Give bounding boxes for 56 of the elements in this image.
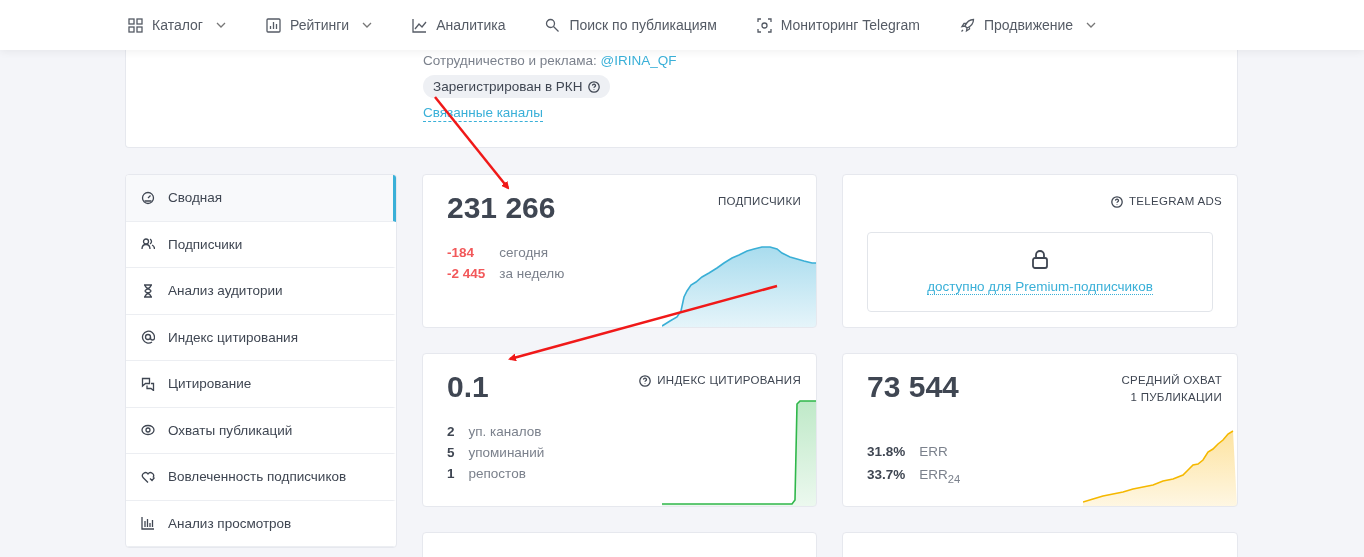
card-title: СРЕДНИЙ ОХВАТ <box>1121 373 1222 388</box>
bar-chart-icon <box>141 516 155 531</box>
stat-value: 5 <box>447 445 455 460</box>
stat-label: ERR$_{24}$ <box>919 467 961 485</box>
stat-label: за неделю <box>499 266 565 281</box>
card-title: ИНДЕКС ЦИТИРОВАНИЯ <box>657 373 801 388</box>
users-icon <box>141 237 155 252</box>
stat-label: упоминаний <box>468 445 545 460</box>
line-chart-icon <box>412 17 428 33</box>
help-icon[interactable] <box>1110 195 1123 208</box>
sidebar-item[interactable]: Охваты публикаций <box>126 407 396 454</box>
nav-menu-item[interactable]: Поиск по публикациям <box>545 17 717 33</box>
grid-icon <box>128 17 143 33</box>
gauge-icon <box>141 190 155 205</box>
chat-bubbles-icon <box>141 376 155 391</box>
metric-value: 0.1 <box>447 370 489 404</box>
search-icon <box>545 17 561 33</box>
sidebar-item[interactable]: Вовлеченность подписчиков <box>126 454 396 501</box>
nav-menu-item[interactable]: Продвижение <box>959 17 1097 33</box>
nav-menu-item[interactable]: Рейтинги <box>265 17 373 33</box>
sidebar-item[interactable]: Анализ аудитории <box>126 268 396 315</box>
stat-value: 2 <box>447 424 455 439</box>
sidebar-item[interactable]: Индекс цитирования <box>126 314 396 361</box>
bar-chart-icon <box>265 17 281 33</box>
card-title: TELEGRAM ADS <box>1128 194 1222 209</box>
sidebar-item[interactable]: Цитирование <box>126 361 396 408</box>
metric-value: 73 544 <box>867 370 959 404</box>
stat-value: 31.8% <box>867 444 906 459</box>
nav-menu-item[interactable]: Каталог <box>128 17 226 33</box>
at-sign-icon <box>141 330 155 345</box>
rocket-icon <box>959 17 975 33</box>
eye-icon <box>141 423 155 438</box>
lock-icon <box>1032 249 1048 269</box>
stat-label: ERR <box>919 444 949 459</box>
stat-value: 1 <box>447 466 455 481</box>
sidebar-item[interactable]: Сводная <box>126 175 396 222</box>
nav-menu-item[interactable]: Аналитика <box>412 17 506 33</box>
nav-menu-item[interactable]: Мониторинг Telegram <box>756 17 920 33</box>
sidebar-item[interactable]: Анализ просмотров <box>126 500 396 547</box>
stat-value: -184 <box>447 245 476 260</box>
help-icon[interactable] <box>588 80 601 93</box>
contact-text: Сотрудничество и реклама: @IRINA_QF <box>423 53 677 68</box>
sidebar-item[interactable]: Подписчики <box>126 221 396 268</box>
heart-icon <box>141 469 155 484</box>
metric-value: 231 266 <box>447 191 556 225</box>
card-title: 1 ПУБЛИКАЦИИ <box>1130 390 1222 405</box>
stat-label: сегодня <box>499 245 550 260</box>
stat-label: репостов <box>468 466 527 481</box>
card-title: ПОДПИСЧИКИ <box>717 194 801 209</box>
registration-badge: Зарегистрирован в РКН <box>423 75 611 98</box>
stat-value: 33.7% <box>867 467 906 484</box>
stat-label: уп. каналов <box>468 424 543 439</box>
help-icon[interactable] <box>639 374 652 387</box>
hourglass-icon <box>141 283 155 298</box>
stat-value: -2 445 <box>447 266 486 281</box>
scan-icon <box>756 17 772 33</box>
